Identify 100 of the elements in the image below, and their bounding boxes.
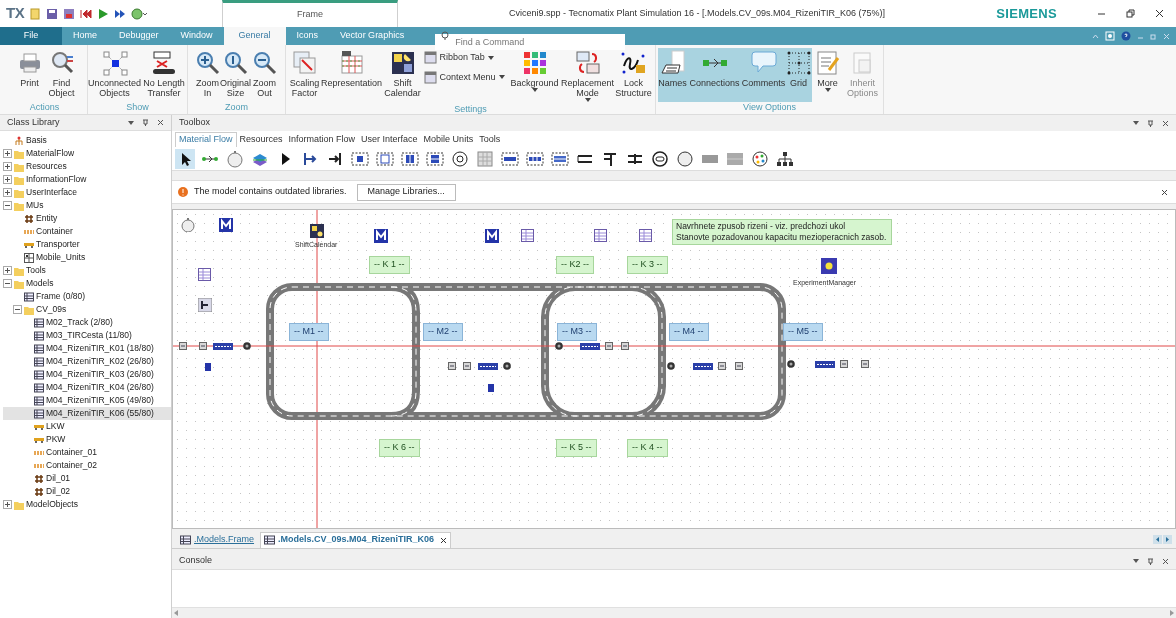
fast-forward-icon[interactable] [114,7,127,20]
tree-item[interactable]: M02_Track (2/80) [3,316,171,329]
tree-item[interactable]: LKW [3,420,171,433]
save-icon[interactable] [46,7,59,20]
ribbon-button[interactable]: Unconnected Objects [88,48,142,102]
close-icon[interactable] [1155,9,1164,18]
toolbox-tab[interactable]: User Interface [358,132,421,147]
ribbon-button[interactable]: Grid [785,48,812,102]
close-icon[interactable] [440,536,448,544]
ribbon-button[interactable]: Connections [687,48,742,102]
dropdown-icon[interactable] [128,120,134,125]
tree-item[interactable]: Resources [3,160,171,173]
ribbon-button[interactable]: Lock Structure [613,48,654,104]
toolbox-tab[interactable]: Resources [236,132,286,147]
tree-item[interactable]: Container_01 [3,446,171,459]
expand-icon[interactable] [3,500,12,509]
window-icon[interactable] [1105,31,1115,41]
document-tab[interactable]: .Models.Frame [177,531,258,548]
collapse-icon[interactable] [13,305,22,314]
collapse-icon[interactable] [3,279,12,288]
ribbon-button[interactable]: Replacement Mode [561,48,614,104]
reset-icon[interactable] [80,7,93,20]
ribbon-button[interactable]: Zoom In [195,48,220,102]
manage-libraries-button[interactable]: Manage Libraries... [356,183,456,201]
ribbon-tab[interactable]: General [223,27,286,45]
expand-icon[interactable] [3,266,12,275]
close-icon[interactable] [1161,188,1168,196]
close-icon[interactable] [1162,557,1169,565]
dropdown-icon[interactable] [1133,121,1139,125]
toolbox-tab[interactable]: Mobile Units [420,132,477,147]
close-icon[interactable] [157,119,164,126]
turntable-icon[interactable] [650,148,670,169]
tree-item[interactable]: M04_RizeniTIR_K05 (49/80) [3,394,171,407]
ribbon-button[interactable]: Original Size [219,48,252,102]
collapse-icon[interactable] [3,201,12,210]
tree-item[interactable]: Tools [3,264,171,277]
expand-icon[interactable] [3,149,12,158]
ribbon-button[interactable]: Scaling Factor [287,48,322,104]
expand-icon[interactable] [3,188,12,197]
dropdown-icon[interactable] [1133,559,1139,563]
ribbon-button[interactable]: More [811,48,844,102]
toolbox-tab[interactable]: Information Flow [285,132,359,147]
tree-item[interactable]: UserInterface [3,186,171,199]
tree-item[interactable]: CV_09s [3,303,171,316]
ribbon-tab[interactable]: File [0,27,62,45]
tree-item[interactable]: Container_02 [3,459,171,472]
ribbon-button[interactable]: Find Object [46,48,77,102]
tree-item[interactable]: Basis [3,134,171,147]
tree-item[interactable]: Dil_01 [3,472,171,485]
toolbox-tab[interactable]: Tools [476,132,504,147]
pointer-icon[interactable] [175,148,195,169]
ribbon-button[interactable]: Shift Calendar [381,48,424,104]
tree-item[interactable]: Frame (0/80) [3,290,171,303]
ribbon-dropdown-button[interactable]: Context Menu [423,70,508,84]
tree-item[interactable]: M04_RizeniTIR_K03 (26/80) [3,368,171,381]
clock-icon[interactable] [131,7,148,20]
pin-icon[interactable] [1147,557,1154,565]
tree-item[interactable]: PKW [3,433,171,446]
expand-icon[interactable] [3,175,12,184]
ribbon-button[interactable]: Zoom Out [251,48,278,102]
tree-item[interactable]: Dil_02 [3,485,171,498]
stopwatch-icon[interactable] [225,148,245,169]
tree-item[interactable]: Models [3,277,171,290]
command-search-field[interactable]: Find a Command [435,34,626,50]
tree-item[interactable]: M03_TIRCesta (11/80) [3,329,171,342]
ribbon-button[interactable]: Names [657,48,688,102]
ribbon-button[interactable]: Comments [741,48,786,102]
help-icon[interactable] [1121,31,1131,41]
document-tab[interactable]: .Models.CV_09s.M04_RizeniTIR_K06 [260,531,452,548]
scroll-right-icon[interactable] [1163,535,1172,544]
restore-icon[interactable] [1126,9,1135,18]
tree-item[interactable]: Transporter [3,238,171,251]
close-icon[interactable] [1162,119,1169,127]
pin-icon[interactable] [1147,119,1154,127]
pin-icon[interactable] [142,119,149,126]
tree-item[interactable]: M04_RizeniTIR_K01 (18/80) [3,342,171,355]
scroll-left-icon[interactable] [1153,535,1162,544]
tree-item[interactable]: InformationFlow [3,173,171,186]
tree-item[interactable]: Container [3,225,171,238]
station-label: -- K 6 -- [379,439,420,457]
tree-item[interactable]: M04_RizeniTIR_K02 (26/80) [3,355,171,368]
ribbon-button[interactable]: No Length Transfer [141,48,187,102]
tree-item[interactable]: M04_RizeniTIR_K06 (55/80) [3,407,171,420]
ribbon-button[interactable]: Print [12,48,47,102]
ribbon-button[interactable]: Representation [321,48,382,104]
circle-icon[interactable] [675,148,695,169]
ribbon-button[interactable]: Background [507,48,562,104]
tree-item[interactable]: ModelObjects [3,498,171,511]
tree-item[interactable]: M04_RizeniTIR_K04 (26/80) [3,381,171,394]
ribbon-dropdown-button[interactable]: Ribbon Tab [423,51,508,65]
toolbox-tab[interactable]: Material Flow [175,132,237,147]
expand-icon[interactable] [3,162,12,171]
save-as-icon[interactable] [63,7,76,20]
color-wheel-icon[interactable] [750,148,770,169]
tree-item[interactable]: MUs [3,199,171,212]
tree-item[interactable]: Mobile_Units [3,251,171,264]
tree-item[interactable]: Entity [3,212,171,225]
tree-item[interactable]: MaterialFlow [3,147,171,160]
target-icon[interactable] [450,148,470,169]
frame-icon [34,343,44,354]
